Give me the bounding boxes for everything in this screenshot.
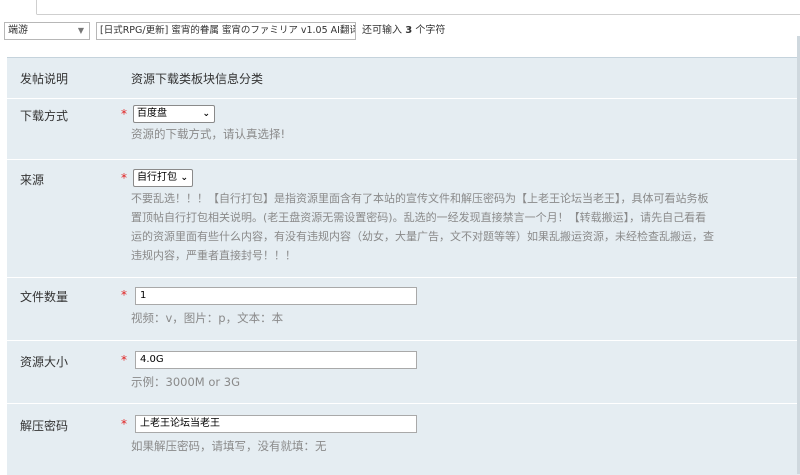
title-row: 端游 ▼ [日式RPG/更新] 蜜宵的眷属 蜜宵のファミリア v1.05 AI翻… — [0, 22, 800, 42]
resource-size-input[interactable]: 4.0G — [135, 351, 417, 369]
chevron-down-icon: ⌄ — [180, 173, 188, 183]
source-label: 来源 — [20, 173, 45, 187]
char-hint-count: 3 — [405, 25, 413, 36]
post-info-panel: 发帖说明 资源下载类板块信息分类 下载方式 * 百度盘 ⌄ 资源的下载方式，请认… — [7, 57, 800, 475]
file-count-input[interactable]: 1 — [135, 287, 417, 305]
source-help-line: 置顶帖自行打包相关说明。(老王盘资源无需设置密码)。乱选的一经发现直接禁言一个月… — [131, 211, 707, 224]
unzip-password-row: 解压密码 * 上老王论坛当老王 如果解压密码，请填写，没有就填：无 — [7, 404, 800, 474]
post-note-label: 发帖说明 — [20, 72, 69, 86]
required-mark: * — [121, 353, 127, 367]
source-help-line: 运的资源里面有些什么内容，有没有违规内容（幼女，大量广告，文不对题等等）如果乱搬… — [131, 230, 714, 243]
file-count-row: 文件数量 * 1 视频：v，图片：p，文本：本 — [7, 278, 800, 341]
file-count-help: 视频：v，图片：p，文本：本 — [131, 311, 284, 325]
thread-type-value: 端游 — [8, 25, 28, 36]
active-tab[interactable] — [6, 0, 37, 15]
unzip-password-help: 如果解压密码，请填写，没有就填：无 — [131, 439, 327, 453]
chevron-down-icon: ▼ — [77, 26, 84, 35]
source-help-line: 违规内容，严重者直接封号！！！ — [131, 249, 296, 262]
post-note-value: 资源下载类板块信息分类 — [131, 72, 264, 86]
tab-divider — [37, 14, 800, 15]
file-count-label: 文件数量 — [20, 290, 69, 304]
char-count-hint: 还可输入 3 个字符 — [362, 22, 445, 40]
resource-size-row: 资源大小 * 4.0G 示例：3000M or 3G — [7, 341, 800, 404]
unzip-password-label: 解压密码 — [20, 419, 69, 433]
required-mark: * — [121, 171, 127, 185]
required-mark: * — [121, 417, 127, 431]
source-help-line: 不要乱选！！！【自行打包】是指资源里面含有了本站的宣传文件和解压密码为【上老王论… — [131, 192, 709, 205]
source-row: 来源 * 自行打包 ⌄ 不要乱选！！！【自行打包】是指资源里面含有了本站的宣传文… — [7, 160, 800, 278]
char-hint-suffix: 个字符 — [415, 25, 446, 36]
required-mark: * — [121, 107, 127, 121]
download-method-label: 下载方式 — [20, 109, 69, 123]
source-selected: 自行打包 — [137, 172, 177, 183]
resource-size-help: 示例：3000M or 3G — [131, 375, 240, 389]
download-method-help: 资源的下载方式，请认真选择! — [131, 127, 286, 141]
source-select[interactable]: 自行打包 ⌄ — [133, 169, 193, 187]
thread-type-select[interactable]: 端游 ▼ — [4, 22, 90, 40]
chevron-down-icon: ⌄ — [202, 109, 210, 119]
top-tab-strip — [0, 0, 800, 16]
unzip-password-input[interactable]: 上老王论坛当老王 — [135, 415, 417, 433]
char-hint-prefix: 还可输入 — [362, 25, 402, 36]
download-method-row: 下载方式 * 百度盘 ⌄ 资源的下载方式，请认真选择! — [7, 99, 800, 160]
download-method-selected: 百度盘 — [137, 108, 167, 119]
resource-size-label: 资源大小 — [20, 355, 69, 369]
required-mark: * — [121, 288, 127, 302]
source-help: 不要乱选！！！【自行打包】是指资源里面含有了本站的宣传文件和解压密码为【上老王论… — [131, 189, 800, 265]
post-note-row: 发帖说明 资源下载类板块信息分类 — [7, 58, 800, 99]
download-method-select[interactable]: 百度盘 ⌄ — [133, 105, 215, 123]
thread-title-input[interactable]: [日式RPG/更新] 蜜宵的眷属 蜜宵のファミリア v1.05 AI翻译汉化版 — [96, 22, 356, 40]
